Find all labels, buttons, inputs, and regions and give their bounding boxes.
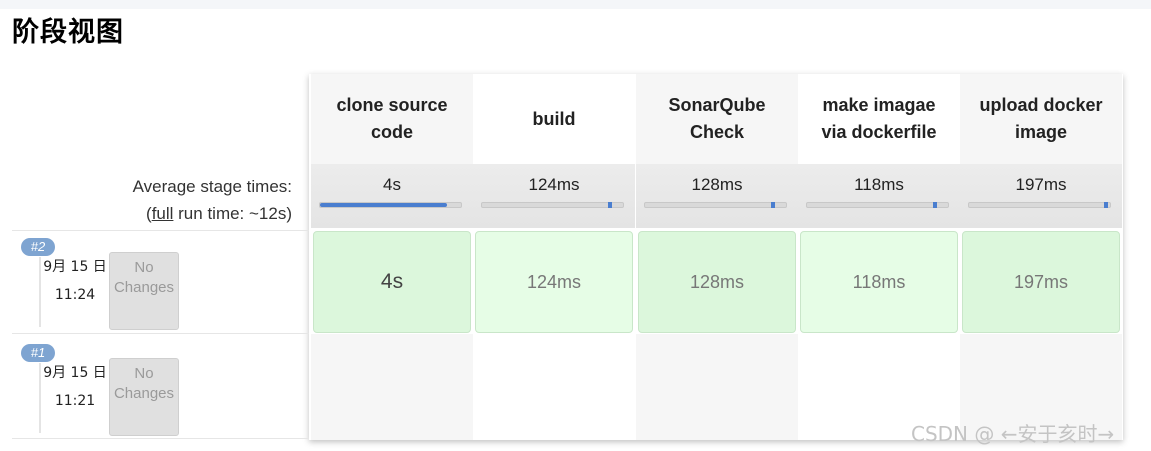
- stage-average-bar-fill: [1104, 202, 1108, 208]
- stage-average-cell: 197ms: [960, 164, 1122, 228]
- average-label-line2: (full run time: ~12s): [146, 204, 292, 223]
- build-badge[interactable]: #2: [21, 238, 55, 256]
- stage-average-time: 4s: [383, 175, 401, 194]
- top-bar: [0, 0, 1151, 9]
- stage-result-cell[interactable]: 128ms: [638, 231, 796, 333]
- stage-average-bar: [319, 202, 462, 208]
- stage-average-cell: 118ms: [798, 164, 960, 228]
- no-changes-box[interactable]: No Changes: [109, 358, 179, 436]
- run-date: 9月 15 日 11:24: [39, 257, 109, 327]
- stage-average-cell: 4s: [311, 164, 473, 228]
- stage-average-bar: [644, 202, 787, 208]
- stage-header: make imagae via dockerfile: [798, 74, 960, 164]
- stage-empty-cell: [636, 334, 798, 440]
- run-date: 9月 15 日 11:21: [39, 363, 109, 433]
- stage-header: SonarQube Check: [636, 74, 798, 164]
- run-time: 11:21: [54, 393, 96, 409]
- stage-empty-cell: [473, 334, 635, 440]
- stage-average-time: 118ms: [854, 175, 904, 194]
- page-title: 阶段视图: [12, 17, 124, 48]
- no-changes-box[interactable]: No Changes: [109, 252, 179, 330]
- stage-average-bar-fill: [320, 203, 447, 207]
- stage-average-time: 128ms: [691, 175, 743, 194]
- stage-result-cell[interactable]: 118ms: [800, 231, 958, 333]
- average-stage-times-label: Average stage times: (full run time: ~12…: [12, 173, 292, 227]
- stage-average-cell: 124ms: [473, 164, 635, 228]
- run-date-day: 9月 15 日: [43, 259, 107, 275]
- stage-average-bar-fill: [933, 202, 937, 208]
- stage-header: build: [473, 74, 635, 164]
- stage-result-cell[interactable]: 4s: [313, 231, 471, 333]
- run-date-day: 9月 15 日: [43, 365, 107, 381]
- stage-average-bar: [806, 202, 949, 208]
- stage-result-cell[interactable]: 124ms: [475, 231, 633, 333]
- stage-header: upload docker image: [960, 74, 1122, 164]
- watermark: CSDN @ ←安于亥时→: [911, 422, 1115, 446]
- run-row-1[interactable]: #1 9月 15 日 11:21 No Changes: [12, 336, 309, 440]
- stage-average-bar: [481, 202, 624, 208]
- stage-header: clone source code: [311, 74, 473, 164]
- average-label-line1: Average stage times:: [132, 177, 292, 196]
- stage-average-bar: [968, 202, 1111, 208]
- run-row-2[interactable]: #2 9月 15 日 11:24 No Changes: [12, 230, 309, 334]
- full-run-link[interactable]: full: [152, 204, 174, 223]
- stage-average-cell: 128ms: [636, 164, 798, 228]
- build-badge[interactable]: #1: [21, 344, 55, 362]
- stage-average-time: 197ms: [1015, 175, 1067, 194]
- stage-average-time: 124ms: [528, 175, 580, 194]
- stage-average-bar-fill: [608, 202, 612, 208]
- stage-empty-cell: [311, 334, 473, 440]
- stage-average-bar-fill: [771, 202, 775, 208]
- stage-result-cell[interactable]: 197ms: [962, 231, 1120, 333]
- run-time: 11:24: [54, 287, 96, 303]
